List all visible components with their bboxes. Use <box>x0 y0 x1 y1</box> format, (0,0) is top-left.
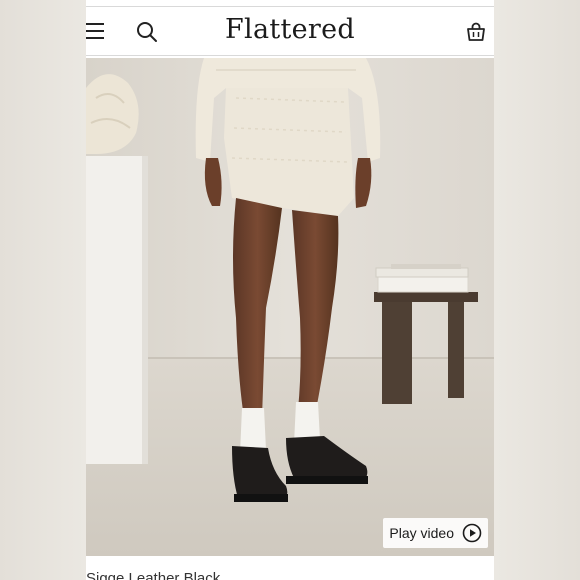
background-right <box>494 0 580 580</box>
background-left <box>0 0 86 580</box>
product-photo <box>86 58 494 556</box>
brand-logo[interactable]: Flattered <box>86 14 494 45</box>
product-title: Sigge Leather Black <box>86 570 221 580</box>
play-video-button[interactable]: Play video <box>383 518 488 548</box>
phone-screen: Flattered Play video Sigge Leather Black <box>86 0 494 580</box>
site-header: Flattered <box>86 6 494 56</box>
play-video-label: Play video <box>389 525 454 541</box>
product-media[interactable]: Play video <box>86 58 494 556</box>
play-circle-icon <box>462 523 482 543</box>
shopping-bag-icon[interactable] <box>466 22 486 42</box>
